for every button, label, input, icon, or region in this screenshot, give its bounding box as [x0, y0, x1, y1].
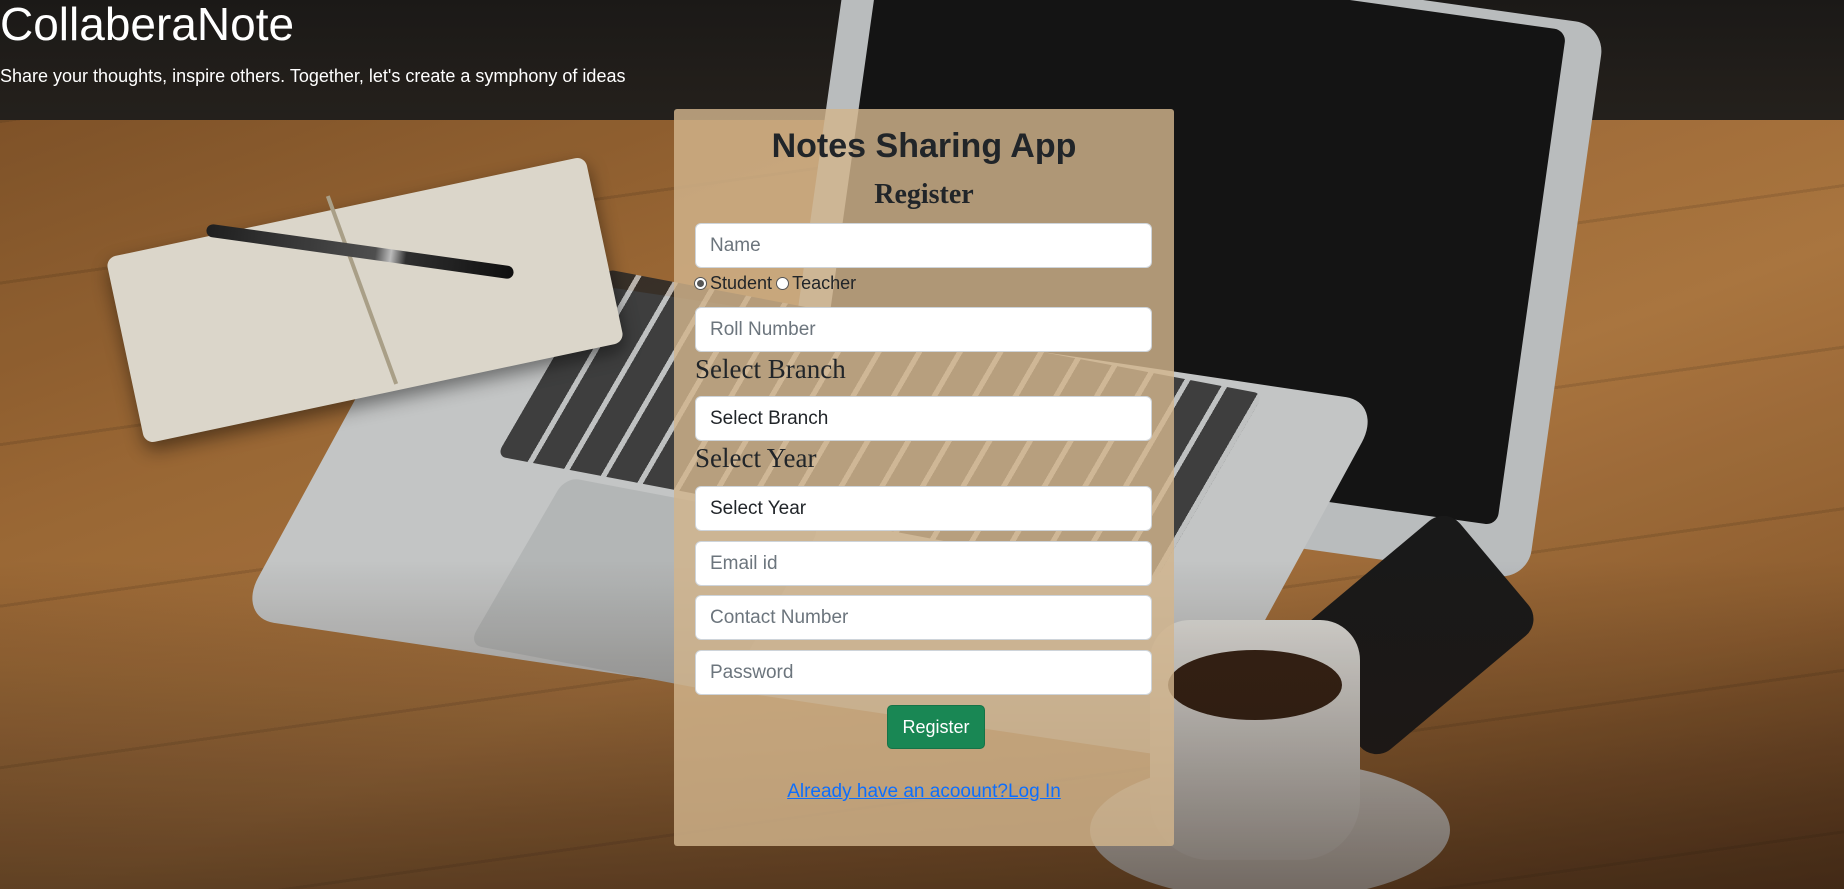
branch-select-value: Select Branch — [710, 407, 829, 429]
year-label: Select Year — [695, 443, 817, 473]
app-title: Notes Sharing App — [771, 127, 1077, 165]
teacher-radio[interactable] — [776, 276, 790, 290]
register-card: Notes Sharing App Register Student Teach… — [674, 109, 1174, 846]
tagline: Share your thoughts, inspire others. Tog… — [0, 66, 626, 86]
password-input[interactable] — [695, 650, 1152, 695]
email-input[interactable] — [695, 541, 1152, 586]
register-heading: Register — [874, 179, 974, 210]
year-select-value: Select Year — [710, 497, 807, 519]
student-radio-label[interactable]: Student — [710, 273, 772, 294]
login-link[interactable]: Already have an acoount?Log In — [674, 781, 1174, 803]
brand-title: CollaberaNote — [0, 0, 295, 50]
year-select[interactable]: Select Year — [695, 486, 1152, 531]
branch-label: Select Branch — [695, 354, 846, 384]
teacher-radio-label[interactable]: Teacher — [792, 273, 856, 294]
student-radio[interactable] — [694, 276, 707, 290]
branch-select[interactable]: Select Branch — [695, 396, 1152, 441]
roll-number-input[interactable] — [695, 307, 1152, 352]
register-button[interactable]: Register — [887, 705, 985, 749]
name-input[interactable] — [695, 223, 1152, 268]
role-radio-group: Student Teacher — [694, 272, 860, 294]
contact-number-input[interactable] — [695, 595, 1152, 640]
